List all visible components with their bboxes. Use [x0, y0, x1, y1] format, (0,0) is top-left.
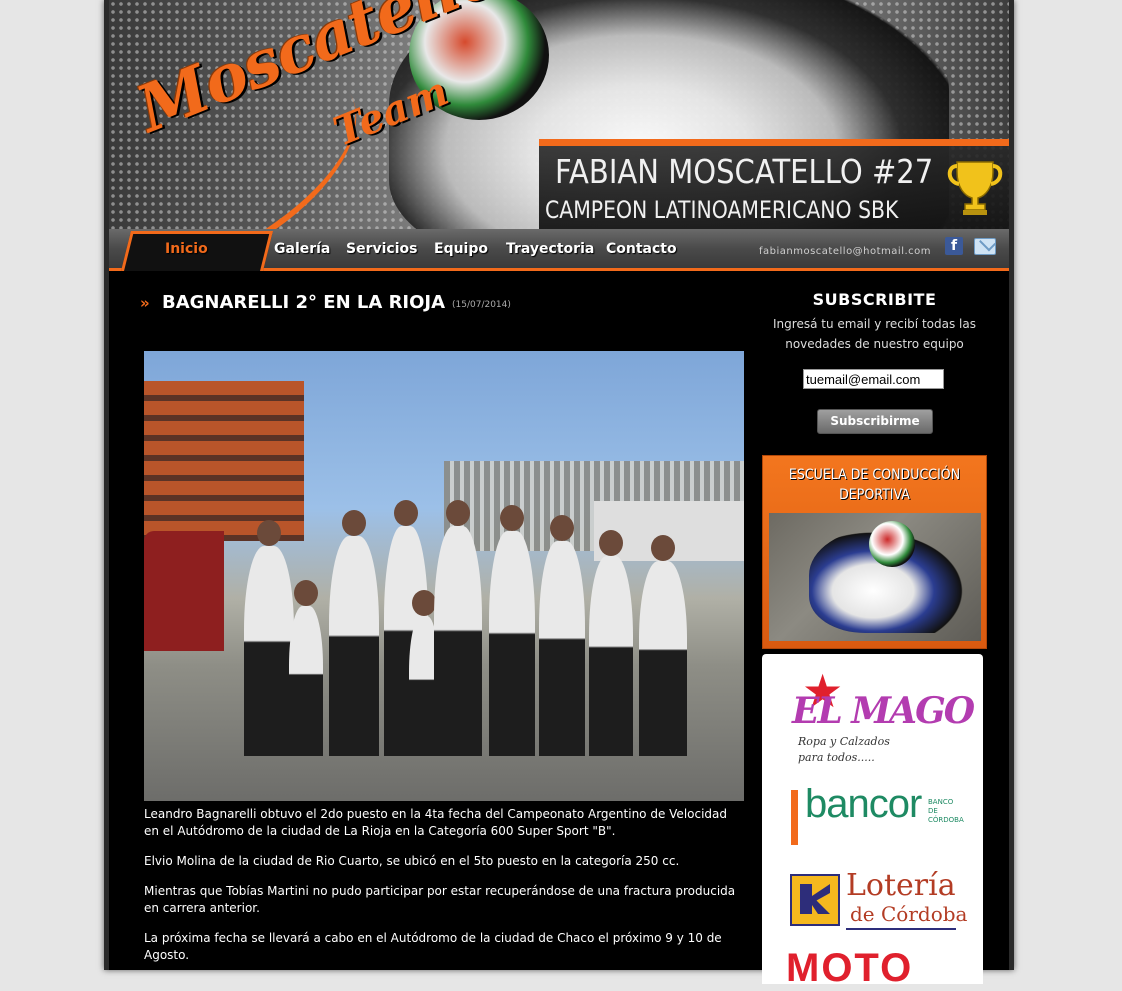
- facebook-icon[interactable]: f: [945, 237, 963, 255]
- page-container: Moscatello Team FABIAN MOSCATELLO #27 CA…: [104, 0, 1014, 990]
- sponsor-mago-line: para todos.....: [798, 751, 875, 764]
- escuela-title-line: ESCUELA DE CONDUCCIÓN: [788, 467, 961, 483]
- photo-team-group: [234, 486, 704, 756]
- sponsor-moto[interactable]: MOTO: [786, 946, 913, 991]
- champion-title: CAMPEON LATINOAMERICANO SBK: [545, 196, 899, 224]
- bancor-sub-line: BANCO: [928, 798, 954, 806]
- post-body: Leandro Bagnarelli obtuvo el 2do puesto …: [144, 806, 744, 977]
- nav-item-servicios[interactable]: Servicios: [346, 241, 417, 257]
- escuela-photo: [769, 513, 981, 641]
- nav-item-galeria[interactable]: Galería: [274, 241, 330, 257]
- header-banner: Moscatello Team FABIAN MOSCATELLO #27 CA…: [109, 0, 1009, 229]
- bancor-sub-line: DE: [928, 807, 938, 815]
- sponsors-panel: ★ EL MAGO Ropa y Calzados para todos....…: [762, 654, 983, 990]
- nav-item-inicio[interactable]: Inicio: [165, 241, 208, 257]
- post-paragraph: Mientras que Tobías Martini no pudo part…: [144, 884, 736, 915]
- sponsor-mago-title: EL MAGO: [792, 690, 975, 732]
- post-paragraph: Elvio Molina de la ciudad de Rio Cuarto,…: [144, 854, 680, 868]
- bancor-sub-line: CÓRDOBA: [928, 816, 964, 824]
- mail-icon[interactable]: [974, 238, 996, 255]
- champion-name: FABIAN MOSCATELLO #27: [555, 152, 934, 191]
- accent-stripe: [539, 139, 1009, 146]
- trophy-icon: [947, 161, 1003, 215]
- nav-item-trayectoria[interactable]: Trayectoria: [506, 241, 594, 257]
- main-nav: Inicio Galería Servicios Equipo Trayecto…: [109, 229, 1009, 271]
- post-date: (15/07/2014): [452, 300, 511, 310]
- double-chevron-icon: »: [140, 294, 150, 312]
- sponsor-bancor-sub: BANCO DE CÓRDOBA: [928, 798, 964, 825]
- post-title[interactable]: BAGNARELLI 2° EN LA RIOJA: [162, 292, 445, 313]
- post-paragraph: Leandro Bagnarelli obtuvo el 2do puesto …: [144, 807, 728, 838]
- subscribe-title: SUBSCRIBITE: [812, 290, 937, 309]
- photo-truck: [144, 531, 224, 651]
- nav-item-contacto[interactable]: Contacto: [606, 241, 677, 257]
- escuela-helmet: [869, 521, 915, 567]
- post-paragraph: La próxima fecha se llevará a cabo en el…: [144, 931, 722, 962]
- loteria-logo-icon: [790, 874, 840, 926]
- escuela-title-line: DEPORTIVA: [839, 487, 910, 503]
- nav-item-equipo[interactable]: Equipo: [434, 241, 488, 257]
- sponsor-bancor-title: bancor: [805, 782, 922, 826]
- email-input[interactable]: [803, 369, 944, 389]
- escuela-title: ESCUELA DE CONDUCCIÓN DEPORTIVA: [779, 465, 971, 505]
- bancor-bar: [791, 790, 798, 845]
- sponsor-mago-line: Ropa y Calzados: [798, 735, 890, 748]
- sponsor-loteria-sub: de Córdoba: [850, 902, 968, 926]
- escuela-banner[interactable]: ESCUELA DE CONDUCCIÓN DEPORTIVA: [762, 455, 987, 649]
- subscribe-button[interactable]: Subscribirme: [817, 409, 933, 434]
- post-photo: [144, 351, 744, 801]
- contact-email[interactable]: fabianmoscatello@hotmail.com: [759, 246, 931, 257]
- subscribe-text: Ingresá tu email y recibí todas las nove…: [773, 317, 976, 351]
- sponsor-mago-tagline: Ropa y Calzados para todos.....: [798, 734, 890, 766]
- sponsor-loteria-title: Lotería: [846, 868, 956, 903]
- loteria-underline: [846, 928, 956, 930]
